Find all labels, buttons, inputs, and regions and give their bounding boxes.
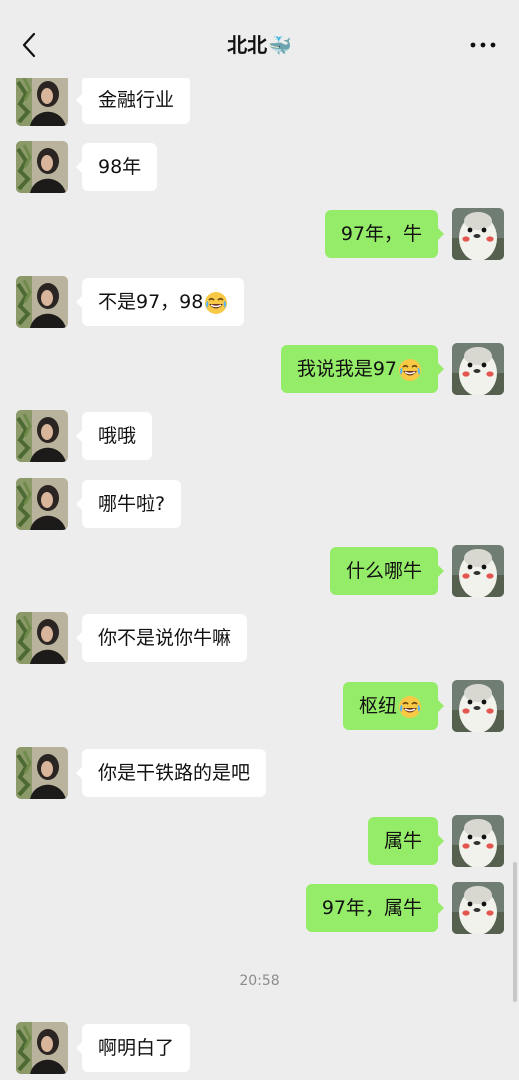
message-text: 97年，属牛 xyxy=(321,897,422,919)
message-bubble[interactable]: 不是97，98 xyxy=(75,278,245,326)
chat-title: 北北 xyxy=(227,33,268,57)
laughing-tears-emoji-icon xyxy=(398,358,422,382)
contact-avatar[interactable] xyxy=(16,74,68,126)
laughing-tears-emoji-icon xyxy=(204,291,228,315)
message-timestamp: 20:58 xyxy=(239,973,280,989)
user-avatar[interactable] xyxy=(452,680,504,732)
message-text: 金融行业 xyxy=(98,89,175,111)
whale-icon: 🐳 xyxy=(268,35,292,57)
contact-avatar[interactable] xyxy=(16,1022,68,1074)
message-bubble[interactable]: 属牛 xyxy=(367,817,445,865)
message-text: 属牛 xyxy=(383,830,422,852)
message-text: 97年，牛 xyxy=(340,223,422,245)
message-bubble[interactable]: 你是干铁路的是吧 xyxy=(75,749,267,797)
message-text: 啊明白了 xyxy=(98,1037,175,1059)
user-avatar[interactable] xyxy=(452,343,504,395)
message-text: 我说我是97 xyxy=(296,358,397,380)
message-bubble[interactable]: 枢纽 xyxy=(342,682,445,730)
message-text: 98年 xyxy=(98,156,142,178)
scrollbar[interactable] xyxy=(513,862,517,1002)
user-avatar[interactable] xyxy=(452,815,504,867)
message-bubble[interactable]: 98年 xyxy=(75,143,158,191)
contact-avatar[interactable] xyxy=(16,410,68,462)
message-bubble[interactable]: 什么哪牛 xyxy=(329,547,445,595)
more-options-button[interactable] xyxy=(465,32,501,58)
message-text: 你是干铁路的是吧 xyxy=(98,762,251,784)
message-bubble[interactable]: 哦哦 xyxy=(75,412,153,460)
contact-avatar[interactable] xyxy=(16,747,68,799)
message-bubble[interactable]: 金融行业 xyxy=(75,76,191,124)
message-bubble[interactable]: 啊明白了 xyxy=(75,1024,191,1072)
user-avatar[interactable] xyxy=(452,208,504,260)
contact-avatar[interactable] xyxy=(16,478,68,530)
message-bubble[interactable]: 你不是说你牛嘛 xyxy=(75,614,248,662)
message-text: 什么哪牛 xyxy=(345,560,422,582)
message-bubble[interactable]: 我说我是97 xyxy=(280,345,445,393)
ellipsis-icon xyxy=(470,42,496,48)
message-text: 你不是说你牛嘛 xyxy=(98,627,232,649)
message-text: 哦哦 xyxy=(98,425,137,447)
contact-avatar[interactable] xyxy=(16,276,68,328)
user-avatar[interactable] xyxy=(452,545,504,597)
message-bubble[interactable]: 97年，属牛 xyxy=(305,884,445,932)
message-bubble[interactable]: 哪牛啦? xyxy=(75,480,182,528)
laughing-tears-emoji-icon xyxy=(398,695,422,719)
contact-avatar[interactable] xyxy=(16,141,68,193)
message-text: 枢纽 xyxy=(358,695,397,717)
message-text: 不是97，98 xyxy=(98,291,204,313)
message-bubble[interactable]: 97年，牛 xyxy=(324,210,445,258)
chat-header: 北北🐳 xyxy=(0,0,519,78)
chat-title-wrap: 北北🐳 xyxy=(0,32,519,59)
message-text: 哪牛啦? xyxy=(98,493,166,515)
user-avatar[interactable] xyxy=(452,882,504,934)
contact-avatar[interactable] xyxy=(16,612,68,664)
